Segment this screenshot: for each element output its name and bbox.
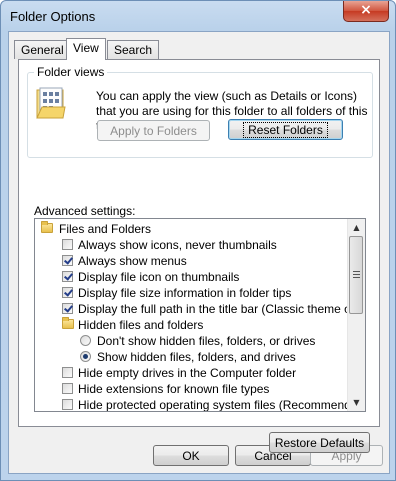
tab-general[interactable]: General — [14, 40, 71, 59]
title-bar[interactable]: Folder Options × — [1, 1, 395, 31]
checkbox[interactable] — [62, 239, 73, 250]
tree-item-label: Always show icons, never thumbnails — [78, 238, 277, 252]
dialog-client-area: General View Search Folder views You can… — [8, 31, 390, 474]
view-tab-panel: Folder views You can apply the view (suc… — [18, 59, 380, 453]
tab-view[interactable]: View — [66, 38, 106, 60]
scrollbar-thumb[interactable] — [349, 236, 363, 314]
scroll-up-arrow-icon[interactable]: ▲ — [348, 219, 365, 236]
checkbox[interactable] — [62, 399, 73, 410]
advanced-settings-label: Advanced settings: — [34, 204, 136, 218]
apply-to-folders-button[interactable]: Apply to Folders — [97, 120, 210, 141]
close-button[interactable]: × — [343, 1, 389, 22]
tree-item-label: Hide extensions for known file types — [78, 382, 270, 396]
vertical-scrollbar[interactable]: ▲ ▼ — [347, 219, 365, 411]
radio-button[interactable] — [80, 351, 91, 362]
grip-icon — [353, 271, 360, 278]
tree-item-label: Display file size information in folder … — [78, 286, 292, 300]
tree-item-label: Hide protected operating system files (R… — [78, 398, 366, 412]
checkbox[interactable] — [62, 383, 73, 394]
tree-item-label: Display the full path in the title bar (… — [78, 302, 366, 316]
advanced-settings-tree[interactable]: Files and Folders Always show icons, nev… — [34, 218, 366, 412]
reset-folders-button[interactable]: Reset Folders — [228, 119, 343, 140]
checkbox[interactable] — [62, 287, 73, 298]
tree-item-label: Don't show hidden files, folders, or dri… — [97, 334, 316, 348]
checkbox[interactable] — [62, 271, 73, 282]
folder-options-window: Folder Options × General View Search Fol… — [0, 0, 396, 481]
tab-search[interactable]: Search — [107, 40, 160, 59]
tree-item-label: Always show menus — [78, 254, 187, 268]
tree-item-label: Show hidden files, folders, and drives — [97, 350, 296, 364]
folder-icon — [62, 317, 74, 329]
tree-item-label: Files and Folders — [59, 222, 152, 236]
reset-folders-label: Reset Folders — [243, 122, 328, 138]
restore-defaults-button[interactable]: Restore Defaults — [269, 432, 370, 453]
folder-icon — [41, 221, 53, 233]
checkbox[interactable] — [62, 303, 73, 314]
radio-button[interactable] — [80, 335, 91, 346]
checkbox[interactable] — [62, 255, 73, 266]
folder-views-legend: Folder views — [34, 65, 108, 79]
folder-views-group: Folder views You can apply the view (suc… — [27, 65, 373, 158]
scroll-down-arrow-icon[interactable]: ▼ — [348, 394, 365, 411]
ok-button[interactable]: OK — [153, 445, 229, 466]
tree-item-label: Hide empty drives in the Computer folder — [78, 366, 297, 380]
window-title: Folder Options — [10, 9, 96, 24]
tree-item-label: Display file icon on thumbnails — [78, 270, 240, 284]
tree-item-label: Hidden files and folders — [78, 318, 204, 332]
close-icon: × — [360, 2, 372, 18]
checkbox[interactable] — [62, 367, 73, 378]
folder-views-icon — [36, 87, 66, 119]
